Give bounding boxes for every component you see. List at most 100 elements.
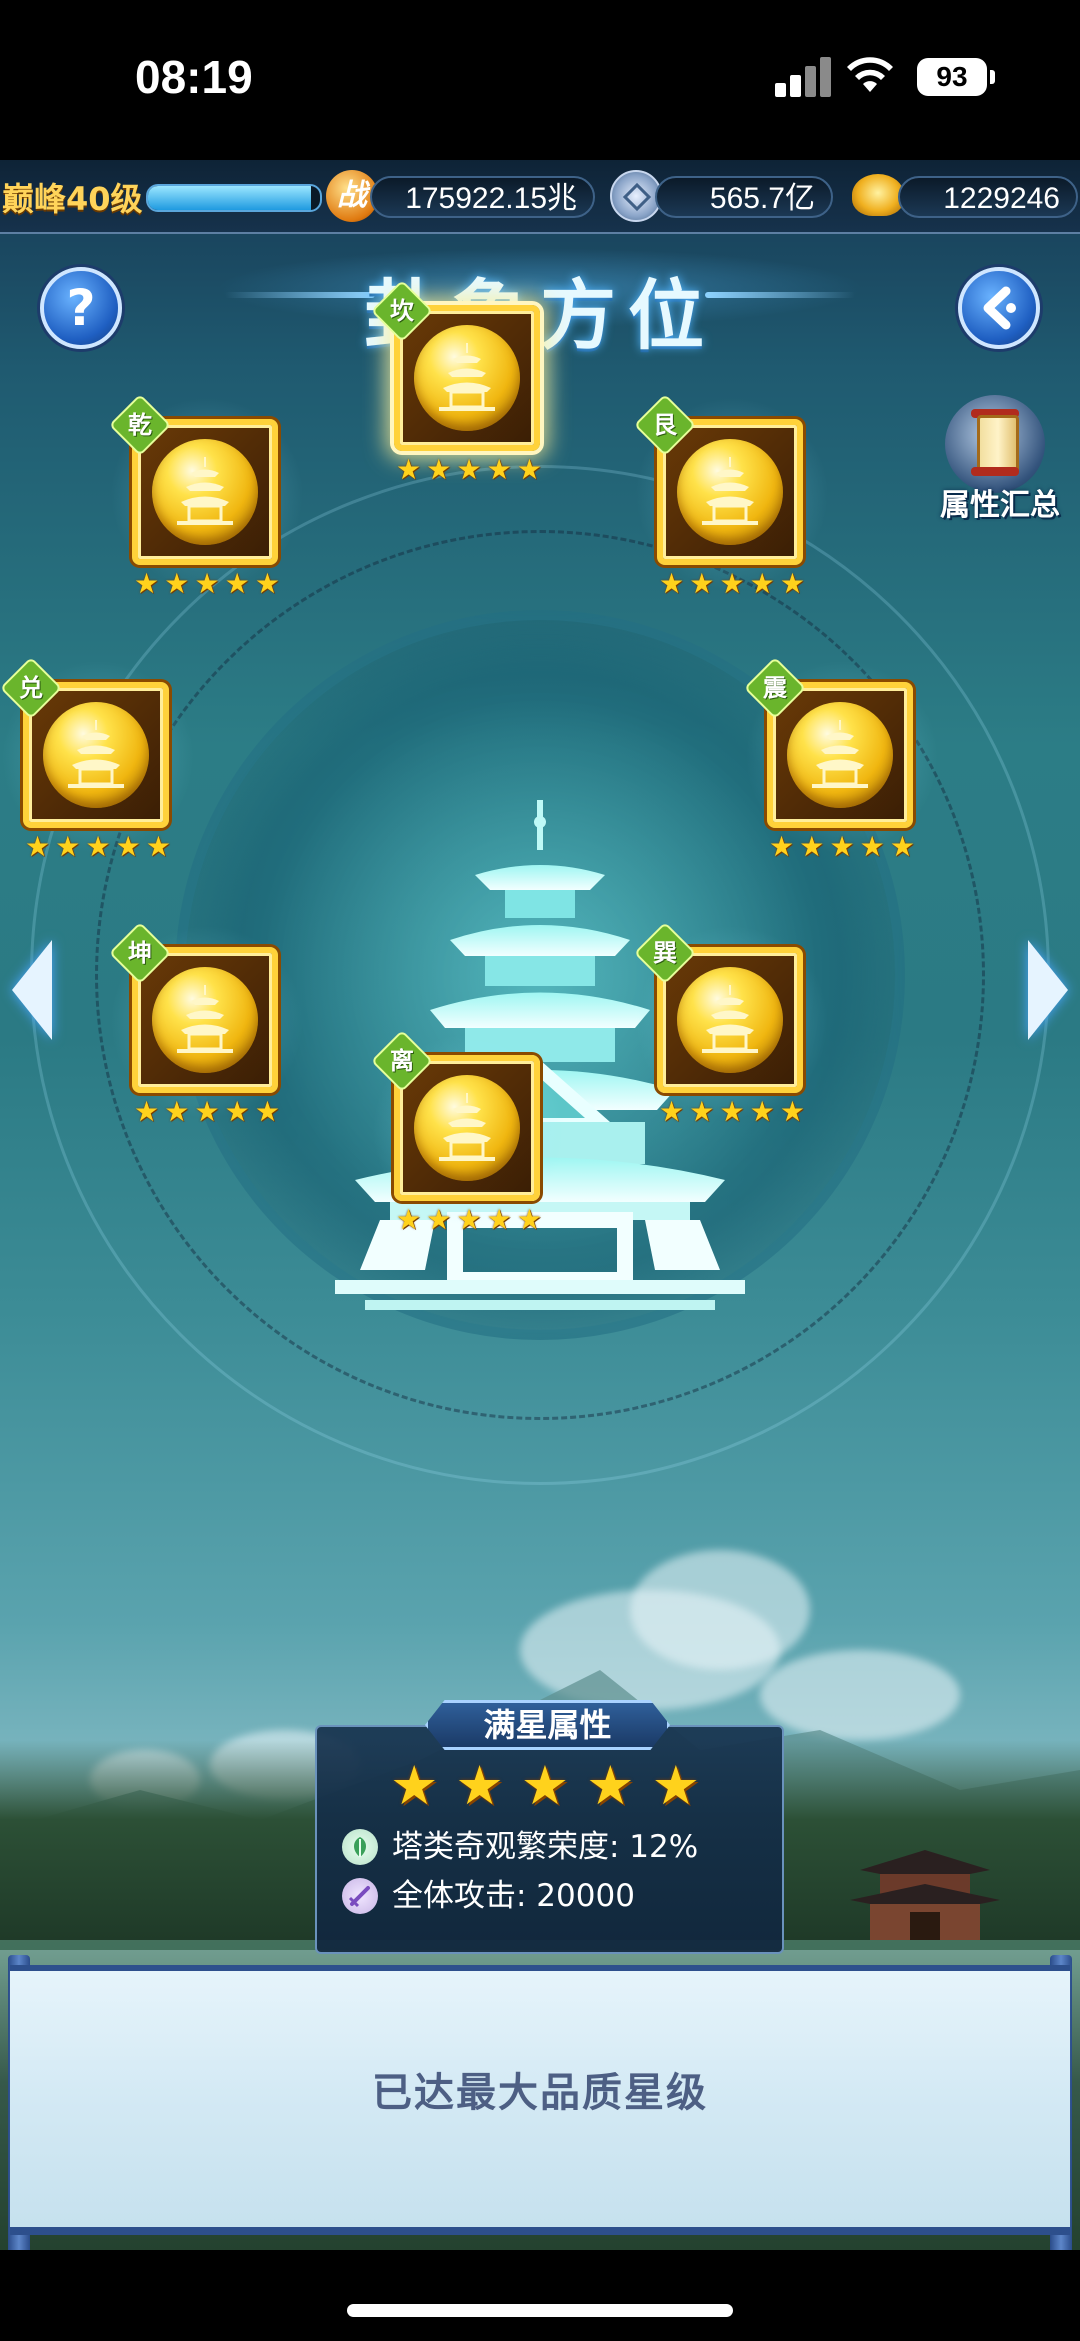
distant-building xyxy=(850,1850,1000,1940)
star-icon: ★ xyxy=(224,567,250,600)
pagoda-orb-icon xyxy=(152,967,258,1073)
status-bar: 08:19 93 xyxy=(0,0,1080,160)
pagoda-orb-icon xyxy=(677,967,783,1073)
trigram-label: 坤 xyxy=(128,939,152,967)
star-icon: ★ xyxy=(455,1754,504,1817)
star-icon: ★ xyxy=(659,1095,685,1128)
star-icon: ★ xyxy=(164,1095,190,1128)
star-icon: ★ xyxy=(769,830,795,863)
trigram-label: 震 xyxy=(763,674,787,702)
star-icon: ★ xyxy=(55,830,81,863)
gold-ingot-icon xyxy=(852,174,904,216)
star-icon: ★ xyxy=(145,830,171,863)
star-icon: ★ xyxy=(396,1203,422,1236)
max-quality-message: 已达最大品质星级 xyxy=(372,2070,708,2116)
trigram-slot[interactable]: 震 ★ ★ ★ ★ ★ xyxy=(743,656,939,882)
star-icon: ★ xyxy=(829,830,855,863)
resource-bar: 巅峰40级 战 175922.15兆 565.7亿 1229246 xyxy=(0,160,1080,234)
wifi-icon xyxy=(847,57,893,92)
star-icon: ★ xyxy=(719,567,745,600)
trigram-label: 巽 xyxy=(653,939,677,967)
star-icon: ★ xyxy=(134,1095,160,1128)
star-icon: ★ xyxy=(254,1095,280,1128)
battery-tip xyxy=(990,70,995,84)
star-icon: ★ xyxy=(134,567,160,600)
star-icon: ★ xyxy=(426,1203,452,1236)
star-icon: ★ xyxy=(194,567,220,600)
star-icon: ★ xyxy=(520,1754,570,1817)
silver-value[interactable]: 565.7亿 xyxy=(655,176,833,218)
attribute-prosperity-text: 塔类奇观繁荣度: 12% xyxy=(392,1829,699,1865)
attribute-summary-button[interactable] xyxy=(945,395,1045,493)
prev-page-arrow[interactable] xyxy=(12,940,52,1040)
star-icon: ★ xyxy=(749,567,775,600)
star-icon: ★ xyxy=(659,567,685,600)
slot-star-rating: ★ ★ ★ ★ ★ xyxy=(25,832,171,862)
star-icon: ★ xyxy=(779,567,805,600)
trigram-label: 艮 xyxy=(653,411,677,439)
pagoda-orb-icon xyxy=(43,702,149,808)
star-icon: ★ xyxy=(799,830,825,863)
star-icon: ★ xyxy=(115,830,141,863)
star-icon: ★ xyxy=(456,453,482,486)
home-indicator[interactable] xyxy=(347,2304,733,2317)
full-star-title: 满星属性 xyxy=(483,1706,612,1744)
trigram-slot[interactable]: 离 ★ ★ ★ ★ ★ xyxy=(370,1029,566,1255)
back-arrow-icon xyxy=(983,286,1016,330)
pagoda-orb-icon xyxy=(677,439,783,545)
star-icon: ★ xyxy=(164,567,190,600)
trigram-slot[interactable]: 坎 ★ ★ ★ ★ ★ xyxy=(370,279,566,505)
slot-star-rating: ★ ★ ★ ★ ★ xyxy=(659,569,805,599)
pagoda-orb-icon xyxy=(414,1075,520,1181)
full-star-rating: ★ ★ ★ ★ ★ xyxy=(390,1756,700,1816)
level-progress-fill xyxy=(148,186,312,210)
star-icon: ★ xyxy=(254,567,280,600)
attribute-attack-text: 全体攻击: 20000 xyxy=(392,1878,635,1914)
star-icon: ★ xyxy=(516,453,542,486)
leaf-icon xyxy=(342,1829,378,1865)
help-button[interactable]: ? xyxy=(40,267,122,349)
star-icon: ★ xyxy=(586,1754,635,1817)
next-page-arrow[interactable] xyxy=(1028,940,1068,1040)
home-area xyxy=(0,2250,1080,2341)
star-icon: ★ xyxy=(85,830,111,863)
slot-star-rating: ★ ★ ★ ★ ★ xyxy=(769,832,915,862)
pagoda-orb-icon xyxy=(414,325,520,431)
level-progress-bar xyxy=(146,184,322,212)
power-value: 175922.15兆 xyxy=(370,176,595,218)
pagoda-orb-icon xyxy=(152,439,258,545)
slot-star-rating: ★ ★ ★ ★ ★ xyxy=(134,1097,280,1127)
pagoda-orb-icon xyxy=(787,702,893,808)
battery-icon: 93 xyxy=(917,58,987,96)
star-icon: ★ xyxy=(779,1095,805,1128)
scroll-icon xyxy=(977,415,1019,475)
star-icon: ★ xyxy=(486,1203,512,1236)
star-icon: ★ xyxy=(426,453,452,486)
peak-level: 巅峰40级 xyxy=(2,180,143,218)
scroll-rod-bottom xyxy=(971,467,1019,476)
trigram-slot[interactable]: 艮 ★ ★ ★ ★ ★ xyxy=(633,393,829,619)
trigram-slot[interactable]: 乾 ★ ★ ★ ★ ★ xyxy=(108,393,304,619)
star-icon: ★ xyxy=(719,1095,745,1128)
star-icon: ★ xyxy=(456,1203,482,1236)
star-icon: ★ xyxy=(390,1754,439,1817)
slot-star-rating: ★ ★ ★ ★ ★ xyxy=(659,1097,805,1127)
trigram-label: 兑 xyxy=(19,674,43,702)
star-icon: ★ xyxy=(224,1095,250,1128)
gold-value[interactable]: 1229246 xyxy=(898,176,1078,218)
slot-star-rating: ★ ★ ★ ★ ★ xyxy=(396,455,542,485)
star-icon: ★ xyxy=(689,1095,715,1128)
star-icon: ★ xyxy=(396,453,422,486)
trigram-slot[interactable]: 坤 ★ ★ ★ ★ ★ xyxy=(108,921,304,1147)
trigram-slot[interactable]: 巽 ★ ★ ★ ★ ★ xyxy=(633,921,829,1147)
star-icon: ★ xyxy=(651,1754,700,1817)
star-icon: ★ xyxy=(749,1095,775,1128)
star-icon: ★ xyxy=(689,567,715,600)
back-button[interactable] xyxy=(958,267,1040,349)
star-icon: ★ xyxy=(194,1095,220,1128)
trigram-label: 坎 xyxy=(390,297,414,325)
sword-icon xyxy=(342,1878,378,1914)
cellular-signal-icon xyxy=(775,55,831,97)
attribute-summary-label[interactable]: 属性汇总 xyxy=(930,480,1070,524)
trigram-slot[interactable]: 兑 ★ ★ ★ ★ ★ xyxy=(0,656,195,882)
